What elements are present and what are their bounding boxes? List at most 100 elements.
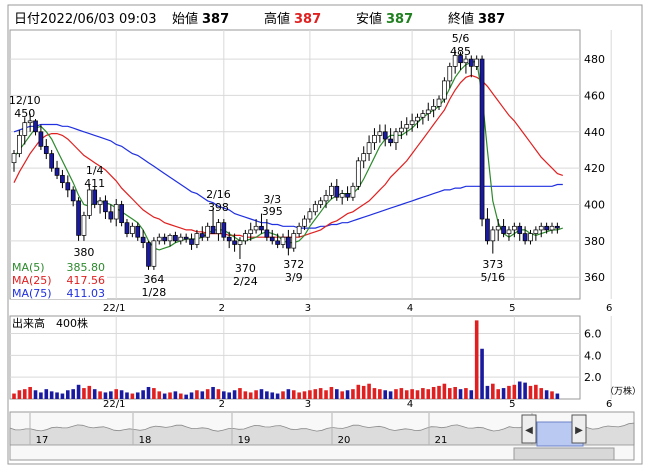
volume-bar [388,391,393,399]
open-value: 387 [202,12,229,27]
volume-bar [66,390,70,399]
volume-bar [44,389,49,399]
annotation-label: 12/10 [9,94,41,107]
month-tick-label: 22/1 [103,303,125,314]
navigator-week-label: 18 [139,435,152,446]
month-tick-label: 5 [509,303,515,314]
legend-ma5-value: 385.80 [67,261,106,274]
candle-body [156,236,162,242]
volume-bar [517,381,522,399]
volume-axis-unit: （万株） [605,385,641,397]
candle-body [307,211,313,220]
volume-bar [141,390,145,399]
candle-body [103,200,108,213]
candle-body [415,116,420,122]
volume-bar [394,389,398,399]
candle-body [544,225,549,231]
candle-body [393,131,399,144]
candle-body [167,235,173,242]
volume-bar [146,386,151,399]
candle-body [409,120,415,125]
legend-ma25-value: 417.56 [67,274,106,287]
volume-bar [335,389,339,399]
candle-body [22,122,28,136]
volume-bar [410,389,414,399]
volume-unit-note: 400株 [56,316,88,330]
month-tick-label-volume: 4 [407,399,413,410]
volume-bar [232,390,237,399]
annotation-label: 2/24 [233,275,258,288]
volume-bar [404,390,409,399]
volume-tick-label: 6.0 [584,327,602,340]
candle-body [97,200,103,205]
volume-bar [491,383,495,399]
low-label: 安値 [356,11,382,27]
annotation-label: 370 [235,262,256,275]
volume-tick-label: 2.0 [584,371,602,384]
navigator-scrollbar[interactable] [513,447,615,461]
annotation-label: 1/28 [142,286,167,299]
candle-body [501,225,506,234]
volume-bar [227,392,231,399]
candle-body [86,189,92,216]
candle-body [372,135,377,144]
candle-body [366,142,372,154]
candle [479,55,485,227]
candle-body [442,80,447,100]
candle [146,240,151,270]
price-tick-label: 420 [584,162,605,175]
candle-body [183,236,189,240]
volume-bar [103,392,108,399]
volume-bar [270,392,275,399]
volume-bar [383,390,388,399]
candle-body [189,238,194,245]
volume-bar [351,389,355,399]
open-label: 始値 [172,11,198,27]
candle-body [113,204,119,220]
volume-bar [76,384,81,399]
candle-body [70,189,76,202]
candle-body [242,233,248,242]
price-tick-label: 440 [584,126,605,139]
candle-body [140,236,146,244]
candle-body [490,229,496,242]
annotation-label: 364 [143,273,164,286]
annotation-label: 3/9 [285,271,303,284]
candle-body [377,131,383,136]
volume-bar [442,383,447,399]
month-tick-label-volume: 6 [606,399,612,410]
volume-bar [291,390,296,399]
candle [119,200,124,227]
candle-body [286,236,291,249]
price-tick-label: 380 [584,235,605,248]
volume-bar [222,391,226,399]
legend-ma75-name: MA(75) [12,287,52,300]
volume-bar [39,392,43,399]
volume-bar [205,389,210,399]
candle-body [318,200,324,205]
volume-bar [528,385,533,399]
candle-body [280,236,286,245]
volume-bar [82,388,86,399]
candle-body [339,193,345,198]
volume-bar [480,348,484,399]
annotation-label: 5/6 [452,32,470,45]
chevron-right-icon: ▶ [575,425,583,436]
candle-body [43,145,49,154]
volume-bar [92,389,97,399]
volume-bar [447,388,452,399]
annotation-label: 380 [73,246,94,259]
annotation-label: 2/16 [206,188,231,201]
navigator-week-label: 20 [338,435,351,446]
volume-bar [496,389,500,399]
high-value: 387 [294,12,321,27]
volume-bar [130,393,135,399]
annotation-label: 411 [84,177,105,190]
month-tick-label: 6 [606,303,612,314]
volume-bar [469,390,474,399]
candle-body [17,135,22,154]
candle-body [323,195,329,202]
volume-tick-label: 4.0 [584,349,602,362]
candle-body [146,242,151,267]
candle-body [54,167,60,176]
